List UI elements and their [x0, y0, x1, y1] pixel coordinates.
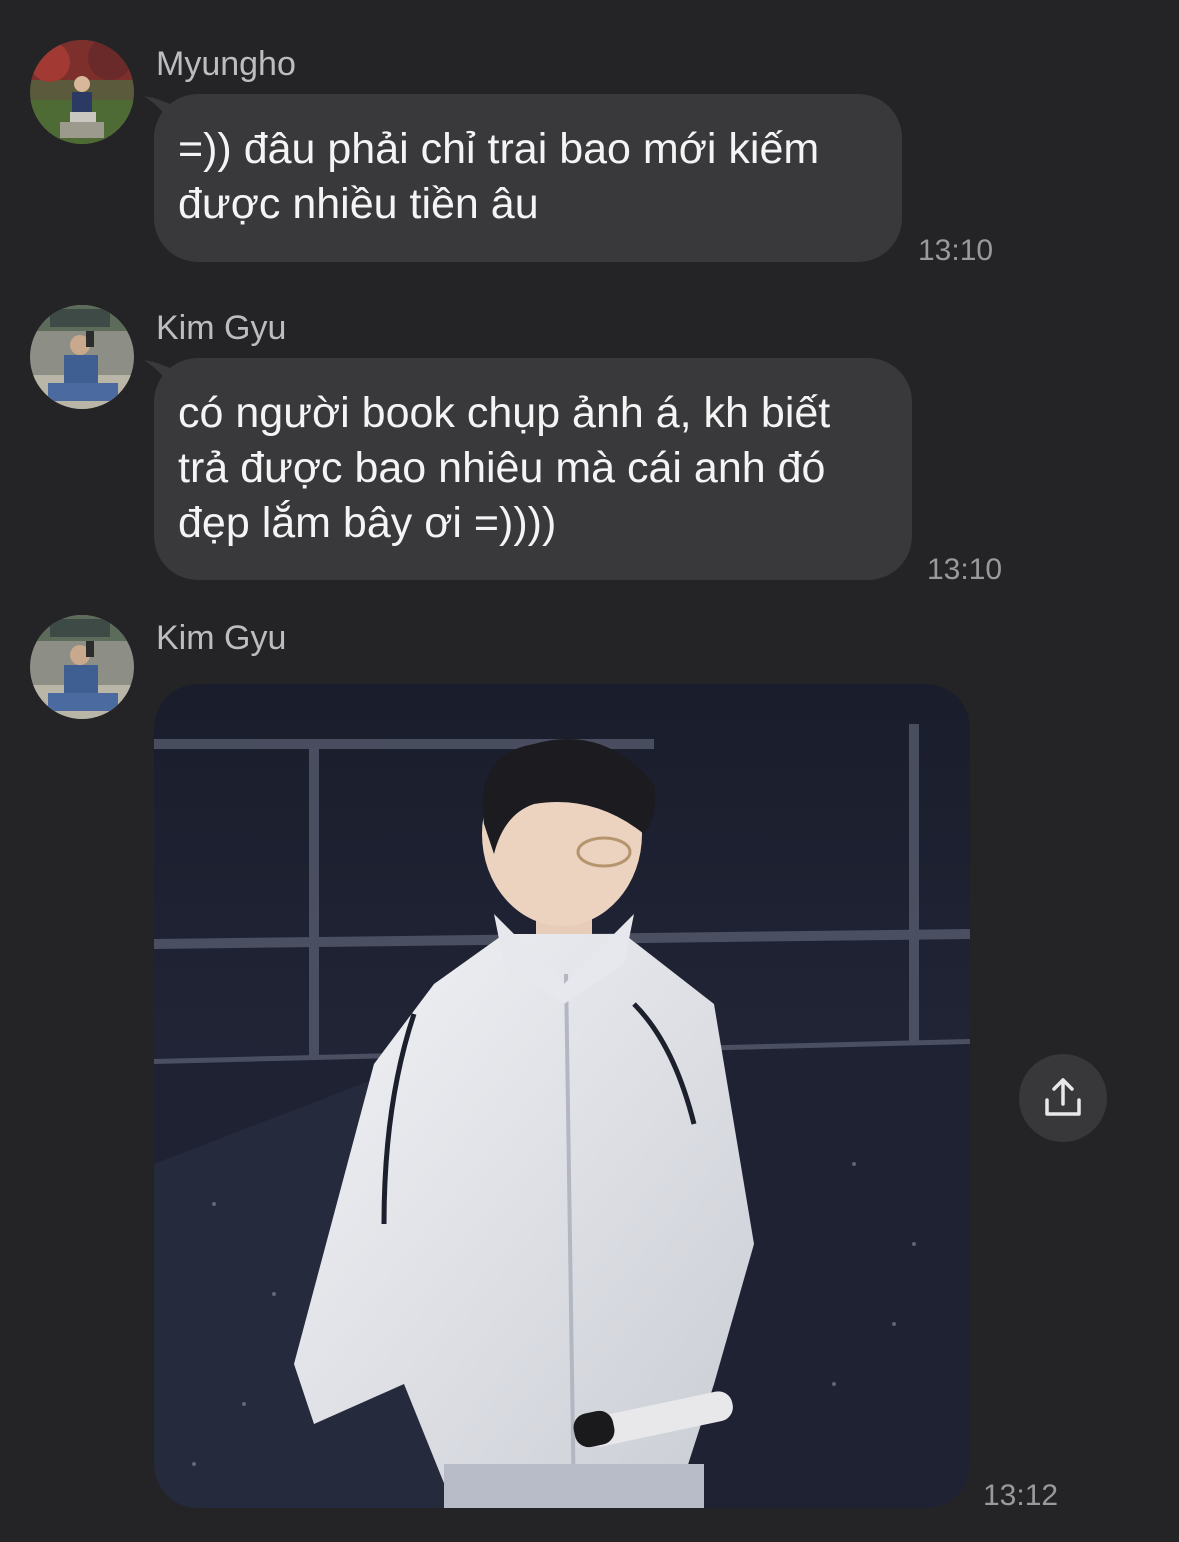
share-button[interactable] — [1019, 1054, 1107, 1142]
message-timestamp: 13:12 — [983, 1479, 1059, 1512]
share-icon — [1045, 1078, 1081, 1116]
sender-name: Kim Gyu — [156, 309, 287, 347]
message-timestamp: 13:10 — [918, 234, 994, 267]
photo-attachment[interactable] — [154, 684, 970, 1508]
avatar-myungho[interactable] — [30, 40, 134, 144]
message-timestamp: 13:10 — [927, 553, 1003, 586]
message-bubble[interactable]: =)) đâu phải chỉ trai bao mới kiếm được … — [154, 94, 902, 262]
avatar-kim-gyu[interactable] — [30, 615, 134, 719]
avatar-kim-gyu[interactable] — [30, 305, 134, 409]
sender-name: Myungho — [156, 45, 296, 83]
sender-name: Kim Gyu — [156, 619, 287, 657]
chat-conversation: Myungho =)) đâu phải chỉ trai bao mới ki… — [0, 0, 1179, 1542]
message-bubble[interactable]: có người book chụp ảnh á, kh biết trả đư… — [154, 358, 912, 580]
